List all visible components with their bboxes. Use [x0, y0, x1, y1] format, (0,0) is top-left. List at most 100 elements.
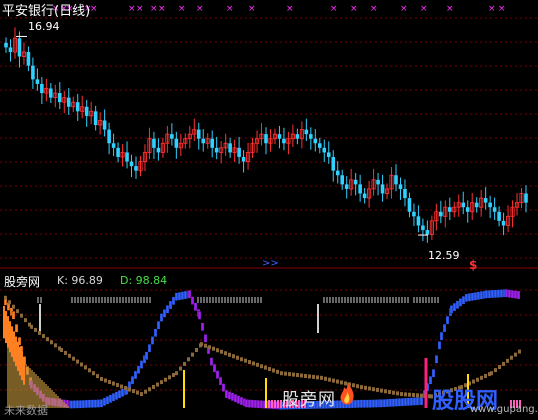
k-line-segment: [197, 311, 202, 320]
candle-body-down: [228, 143, 232, 153]
chart-canvas: × ×× ×× × × × × × × × × × × × × × × × × ×: [0, 4, 538, 410]
d-line-segment: [308, 374, 311, 379]
candle-body-down: [196, 129, 201, 139]
k-line-segment: [368, 399, 373, 408]
d-line-segment: [156, 382, 159, 387]
d-line-segment: [168, 375, 171, 380]
d-line-segment: [364, 385, 367, 390]
d-line-segment: [68, 353, 71, 358]
candle-body-down: [483, 198, 488, 203]
k-line-segment: [87, 399, 92, 408]
d-line-segment: [368, 386, 371, 391]
candle-body-down: [403, 188, 407, 199]
k-line-segment: [493, 289, 498, 298]
k-line-segment: [212, 363, 217, 373]
d-line-segment: [400, 392, 403, 397]
candle-body-down: [57, 93, 62, 103]
candle-body-down: [174, 138, 179, 148]
k-line-segment: [69, 400, 74, 409]
d-line-segment: [490, 371, 493, 376]
d-line-segment: [280, 371, 283, 376]
watermark-note: 未来数据: [4, 404, 48, 417]
k-line-segment: [236, 395, 241, 404]
d-line-segment: [404, 392, 407, 397]
k-line-segment: [362, 399, 367, 408]
candle-body-down: [129, 161, 134, 167]
d-line-segment: [72, 356, 75, 361]
d-line-segment: [38, 330, 41, 335]
k-line-segment: [105, 396, 110, 405]
d-line-segment: [34, 327, 37, 332]
k-line-segment: [90, 399, 95, 408]
d-line-segment: [518, 349, 521, 354]
k-line-segment: [365, 399, 370, 408]
chart-title: 平安银行(日线): [2, 4, 91, 19]
candle-body-down: [394, 175, 398, 185]
top-cross-markers: × ×× ×× × × × × × × × × × × × × × × × × ×: [52, 4, 506, 14]
k-line-segment: [445, 315, 450, 325]
d-line-segment: [288, 372, 291, 377]
cross-marker: ×: [420, 4, 428, 14]
k-line-segment: [359, 399, 364, 408]
d-line-segment: [376, 387, 379, 392]
k-line-segment: [165, 305, 170, 314]
d-line-segment: [187, 357, 190, 362]
k-line-segment: [371, 399, 376, 408]
d-line-segment: [510, 355, 513, 360]
candle-body-down: [313, 138, 318, 144]
k-line-segment: [224, 389, 229, 399]
k-line-segment: [203, 334, 208, 343]
k-line-segment: [218, 376, 223, 386]
d-line-segment: [392, 390, 395, 395]
d-line-segment: [30, 324, 33, 329]
k-line-segment: [193, 302, 198, 311]
d-line-segment: [84, 365, 87, 370]
candle-body-down: [66, 97, 71, 107]
k-line-segment: [81, 399, 86, 409]
candle-body-down: [353, 179, 358, 185]
k-line-segment: [473, 292, 478, 301]
candle-body-down: [488, 202, 492, 208]
candle-body-down: [35, 79, 40, 84]
candle-body-down: [376, 179, 380, 185]
buy-signal-glyph: $: [469, 258, 478, 272]
d-line-segment: [164, 377, 167, 382]
d-line-segment: [300, 373, 303, 378]
k-line-segment: [513, 290, 518, 299]
d-line-segment: [50, 340, 53, 345]
d-line-segment: [252, 361, 255, 366]
k-line-segment: [434, 355, 439, 364]
k-line-segment: [99, 399, 104, 408]
cross-marker: ×: [350, 4, 358, 14]
k-line-segment: [388, 398, 393, 407]
k-line-segment: [133, 370, 138, 380]
candle-body-down: [416, 216, 421, 226]
d-line-segment: [80, 362, 83, 367]
d-line-segment: [372, 387, 375, 392]
k-line-segment: [75, 400, 80, 409]
candle-body-down: [277, 134, 282, 139]
d-value-label: D: 98.84: [120, 274, 168, 287]
k-line-segment: [461, 295, 466, 305]
k-line-segment: [139, 360, 144, 369]
candle-body-down: [335, 170, 340, 176]
candle-body-down: [156, 147, 161, 153]
candle-body-down: [93, 111, 98, 126]
k-line-segment: [397, 398, 402, 407]
d-line-segment: [212, 346, 215, 351]
k-line-segment: [130, 376, 135, 385]
k-line-segment: [93, 399, 98, 408]
d-line-segment: [380, 388, 383, 393]
watermark-text: 股旁网: [282, 390, 336, 410]
d-line-segment: [268, 367, 271, 372]
d-line-segment: [60, 348, 63, 352]
candle-body-down: [421, 225, 425, 231]
k-line-segment: [227, 391, 232, 400]
k-line-segment: [144, 351, 149, 360]
pink-bar: [274, 400, 276, 408]
d-line-segment: [116, 383, 119, 388]
candle-body-down: [425, 230, 430, 235]
low-price-label: 12.59: [428, 249, 460, 262]
d-line-segment: [304, 373, 307, 378]
candle-body-down: [17, 38, 22, 57]
